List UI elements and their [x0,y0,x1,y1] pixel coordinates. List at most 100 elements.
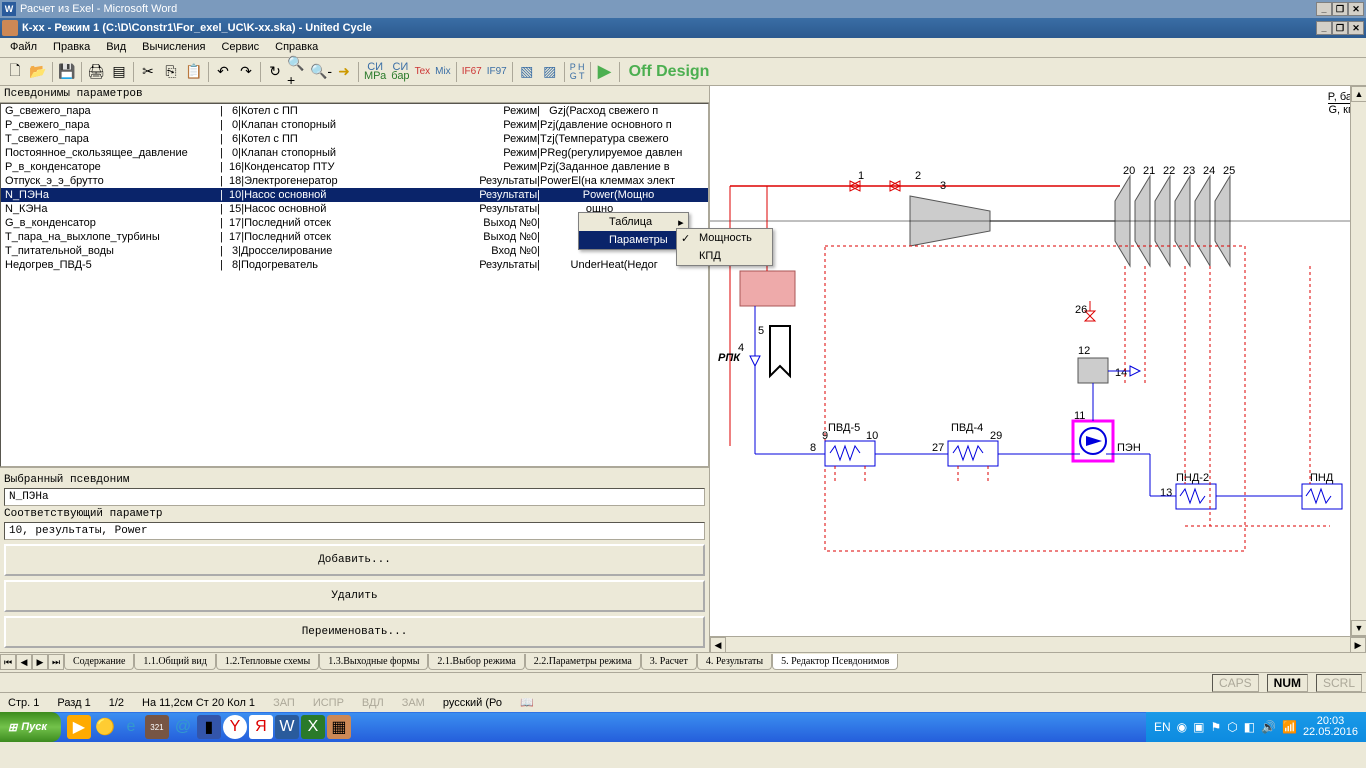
ctx-parameters[interactable]: Параметры▸ [579,231,688,249]
uc-statusbar: CAPS NUM SCRL [0,672,1366,692]
ql-app2-icon[interactable]: ▦ [327,715,351,739]
scroll-left-icon[interactable]: ◀ [710,637,726,652]
alias-row[interactable]: G_свежего_пара| 6|Котел с ППРежим| Gzj(Р… [1,104,708,118]
tab-contents[interactable]: Содержание [64,654,134,670]
add-button[interactable]: Добавить... [4,544,705,576]
tray-icon3[interactable]: ⚑ [1210,720,1221,734]
ql-excel-icon[interactable]: X [301,715,325,739]
ctx-kpd[interactable]: КПД [677,247,772,265]
delete-button[interactable]: Удалить [4,580,705,612]
refresh-icon[interactable]: ↻ [264,61,286,83]
ql-word-icon[interactable]: W [275,715,299,739]
menu-service[interactable]: Сервис [213,38,267,57]
ql-chrome-icon[interactable]: 🟡 [93,715,117,739]
alias-row[interactable]: T_свежего_пара| 6|Котел с ППРежим|Tzj(Те… [1,132,708,146]
play-icon[interactable]: ▶ [594,61,616,83]
tray-network-icon[interactable]: 📶 [1282,720,1297,734]
tab-nav-prev-icon[interactable]: ◀ [16,654,32,670]
cut-icon[interactable]: ✂ [137,61,159,83]
tab-nav-next-icon[interactable]: ▶ [32,654,48,670]
ql-ie-icon[interactable]: e [119,715,143,739]
print-icon[interactable]: 🖨 [85,61,107,83]
save-icon[interactable]: 💾 [56,61,78,83]
tab-general-view[interactable]: 1.1.Общий вид [134,654,215,670]
tab-output-forms[interactable]: 1.3.Выходные формы [319,654,428,670]
corresponding-param-value[interactable]: 10, результаты, Power [4,522,705,540]
menu-file[interactable]: Файл [2,38,45,57]
vertical-scrollbar[interactable]: ▲ ▼ [1350,86,1366,636]
section-indicator: Разд 1 [57,697,90,709]
tray-icon4[interactable]: ⬡ [1227,720,1237,734]
redo-icon[interactable]: ↷ [235,61,257,83]
new-icon[interactable]: 🗋 [4,61,26,83]
menu-calc[interactable]: Вычисления [134,38,213,57]
menu-view[interactable]: Вид [98,38,134,57]
zoom-out-icon[interactable]: 🔍- [310,61,332,83]
menu-edit[interactable]: Правка [45,38,98,57]
word-minimize-button[interactable]: _ [1316,2,1332,16]
tex-button[interactable]: Tex [413,61,433,83]
alias-row[interactable]: N_ПЭНа| 10|Насос основнойРезультаты| Pow… [1,188,708,202]
chart1-icon[interactable]: ▧ [516,61,538,83]
mix-button[interactable]: Mix [433,61,453,83]
tab-mode-select[interactable]: 2.1.Выбор режима [428,654,524,670]
selected-alias-value[interactable]: N_ПЭНа [4,488,705,506]
ql-media-icon[interactable]: ▶ [67,715,91,739]
tray-icon2[interactable]: ▣ [1193,720,1204,734]
tab-nav-last-icon[interactable]: ⏭ [48,654,64,670]
scroll-up-icon[interactable]: ▲ [1351,86,1366,102]
zoom-in-icon[interactable]: 🔍+ [287,61,309,83]
tab-alias-editor[interactable]: 5. Редактор Псевдонимов [772,654,898,670]
ql-ya-icon[interactable]: Я [249,715,273,739]
rename-button[interactable]: Переименовать... [4,616,705,648]
scroll-down-icon[interactable]: ▼ [1351,620,1366,636]
word-restore-button[interactable]: ❐ [1332,2,1348,16]
ql-yandex-icon[interactable]: Y [223,715,247,739]
book-icon[interactable]: 📖 [520,696,534,709]
uc-icon [2,20,18,36]
alias-row[interactable]: Постоянное_скользящее_давление| 0|Клапан… [1,146,708,160]
tray-icon5[interactable]: ◧ [1244,720,1255,734]
alias-list[interactable]: G_свежего_пара| 6|Котел с ППРежим| Gzj(Р… [0,103,709,467]
tray-volume-icon[interactable]: 🔊 [1261,720,1276,734]
si-bar-button[interactable]: СИбар [389,61,411,83]
tab-calc[interactable]: 3. Расчет [641,654,697,670]
tray-clock[interactable]: 20:03 22.05.2016 [1303,716,1358,738]
tab-mode-params[interactable]: 2.2.Параметры режима [525,654,641,670]
scroll-right-icon[interactable]: ▶ [1350,637,1366,652]
word-close-button[interactable]: ✕ [1348,2,1364,16]
chart2-icon[interactable]: ▨ [539,61,561,83]
tab-thermal-schemes[interactable]: 1.2.Тепловые схемы [216,654,319,670]
svg-text:ПВД-4: ПВД-4 [951,422,983,434]
uc-close-button[interactable]: ✕ [1348,21,1364,35]
thermal-diagram[interactable]: 1 2 3 20 21 22 23 24 [710,86,1366,652]
uc-minimize-button[interactable]: _ [1316,21,1332,35]
ql-mpc-icon[interactable]: 321 [145,715,169,739]
alias-row[interactable]: P_свежего_пара| 0|Клапан стопорныйРежим|… [1,118,708,132]
svg-text:9: 9 [822,430,828,442]
tray-icon1[interactable]: ◉ [1177,720,1187,734]
si-mpa-button[interactable]: СИМРа [362,61,388,83]
arrow-right-icon[interactable]: ➜ [333,61,355,83]
if67-button[interactable]: IF67 [460,61,484,83]
if97-button[interactable]: IF97 [485,61,509,83]
ctx-power[interactable]: ✓Мощность [677,229,772,247]
horizontal-scrollbar[interactable]: ◀ ▶ [710,636,1366,652]
paste-icon[interactable]: 📋 [183,61,205,83]
ql-app1-icon[interactable]: ▮ [197,715,221,739]
open-icon[interactable]: 📂 [27,61,49,83]
start-button[interactable]: ⊞ Пуск [0,712,61,742]
uc-restore-button[interactable]: ❐ [1332,21,1348,35]
tray-lang[interactable]: EN [1154,720,1171,734]
ctx-table[interactable]: Таблица▸ [579,213,688,231]
alias-row[interactable]: Отпуск_э_э_брутто| 18|ЭлектрогенераторРе… [1,174,708,188]
ql-mail-icon[interactable]: @ [171,715,195,739]
alias-row[interactable]: Недогрев_ПВД-5| 8|ПодогревательРезультат… [1,258,708,272]
tab-results[interactable]: 4. Результаты [697,654,772,670]
copy-icon[interactable]: ⎘ [160,61,182,83]
phgt-button[interactable]: P H G T [568,61,587,83]
alias-row[interactable]: P_в_конденсаторе| 16|Конденсатор ПТУРежи… [1,160,708,174]
print-preview-icon[interactable]: ▤ [108,61,130,83]
tab-nav-first-icon[interactable]: ⏮ [0,654,16,670]
undo-icon[interactable]: ↶ [212,61,234,83]
